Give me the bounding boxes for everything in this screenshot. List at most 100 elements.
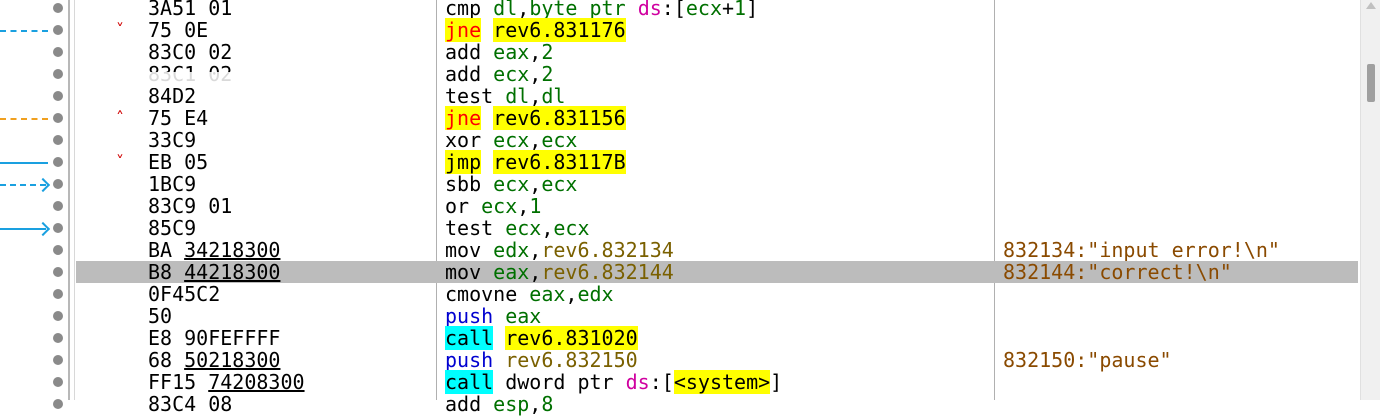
- scroll-up-icon[interactable]: [1366, 2, 1376, 9]
- operand-token: dword ptr: [505, 370, 626, 394]
- opcode-bytes: 83C9 01: [148, 194, 233, 218]
- opcode-bytes: 33C9: [148, 128, 197, 152]
- opcode-bytes: B8: [148, 260, 185, 284]
- operand-token: +: [722, 0, 735, 20]
- assembly-text: add ecx,2: [445, 63, 553, 85]
- opcode-bytes: 75 0E: [148, 18, 209, 42]
- operand-token: dl: [541, 84, 566, 108]
- instruction-bytes: 33C9: [148, 129, 196, 151]
- operand-token: rev6.831020: [505, 326, 638, 350]
- instruction-row[interactable]: BA 34218300 mov edx,rev6.832134 832134:"in…: [0, 239, 1358, 261]
- operand-token: byte ptr: [529, 0, 638, 20]
- operand-token: [481, 106, 493, 130]
- opcode-bytes: 83C0 02: [148, 40, 233, 64]
- opcode-bytes: BA: [148, 238, 185, 262]
- mnemonic: sbb: [445, 172, 482, 196]
- string-comment: 832150:"pause": [1003, 348, 1172, 372]
- assembly-text: or ecx,1: [445, 195, 541, 217]
- instruction-row[interactable]: ˅ EB 05 jmp rev6.83117B: [0, 150, 1358, 174]
- instruction-row[interactable]: 85C9 test ecx,ecx: [0, 217, 1358, 239]
- scroll-thumb[interactable]: [1367, 64, 1375, 102]
- operand-token: [481, 40, 493, 64]
- instruction-row[interactable]: E8 90FEFFFF call rev6.831020: [0, 326, 1358, 350]
- assembly-text: jne rev6.831156: [445, 106, 626, 130]
- selected-instruction-row[interactable]: B8 44218300 mov eax,rev6.832144 832144:"co…: [76, 261, 1358, 283]
- opcode-bytes: 50: [148, 304, 173, 328]
- instruction-bytes: 85C9: [148, 217, 196, 239]
- operand-token: [481, 260, 493, 284]
- operand-token: edx: [577, 282, 614, 306]
- operand-token: 2: [541, 40, 554, 64]
- operand-token: [469, 194, 481, 218]
- instruction-row[interactable]: 1BC9 sbb ecx,ecx: [0, 173, 1358, 195]
- instruction-row[interactable]: 83C4 08 add esp,8: [0, 393, 1358, 415]
- assembly-text: mov eax,rev6.832144: [445, 261, 674, 283]
- operand-token: 1: [529, 194, 542, 218]
- operand-token: esp: [493, 392, 530, 416]
- operand-bytes: 44218300: [184, 260, 281, 284]
- operand-token: ]: [746, 0, 759, 20]
- vertical-scrollbar[interactable]: [1360, 0, 1380, 400]
- instruction-row[interactable]: 68 50218300 push rev6.832150 832150:"pause…: [0, 349, 1358, 371]
- mnemonic: jne: [445, 18, 482, 42]
- operand-token: [493, 84, 505, 108]
- operand-token: [481, 62, 493, 86]
- breakpoint-dot-icon[interactable]: [53, 267, 63, 277]
- instruction-row[interactable]: 84D2 test dl,dl: [0, 85, 1358, 107]
- mnemonic: xor: [445, 128, 482, 152]
- opcode-bytes: 83C4 08: [148, 392, 233, 416]
- opcode-bytes: 0F45C2: [148, 282, 221, 306]
- instruction-row[interactable]: 83C9 01 or ecx,1: [0, 195, 1358, 217]
- operand-token: [481, 172, 493, 196]
- operand-token: dl: [505, 84, 530, 108]
- operand-token: ,: [529, 392, 542, 416]
- operand-token: [493, 216, 505, 240]
- mnemonic: test: [445, 84, 494, 108]
- opcode-bytes: 85C9: [148, 216, 197, 240]
- operand-token: ecx: [493, 172, 530, 196]
- operand-token: <system>: [673, 370, 771, 394]
- mnemonic: push: [445, 348, 494, 372]
- operand-token: 2: [541, 62, 554, 86]
- operand-token: 8: [541, 392, 554, 416]
- opcode-bytes: FF15: [148, 370, 209, 394]
- operand-token: [481, 0, 493, 20]
- operand-token: ,: [529, 40, 542, 64]
- instruction-row[interactable]: 0F45C2 cmovne eax,edx: [0, 283, 1358, 305]
- operand-bytes: 34218300: [184, 238, 281, 262]
- operand-token: rev6.832144: [541, 260, 674, 284]
- instruction-row[interactable]: ˅ 75 0E jne rev6.831176: [0, 18, 1358, 42]
- operand-token: ecx: [493, 128, 530, 152]
- instruction-row[interactable]: 33C9 xor ecx,ecx: [0, 129, 1358, 151]
- assembly-text: push eax: [445, 305, 541, 327]
- operand-token: ,: [517, 194, 530, 218]
- operand-token: 1: [734, 0, 747, 20]
- instruction-bytes: 75 E4: [148, 107, 208, 129]
- operand-token: eax: [493, 260, 530, 284]
- instruction-row[interactable]: 50 push eax: [0, 305, 1358, 327]
- operand-token: [493, 370, 505, 394]
- operand-token: ecx: [505, 216, 542, 240]
- operand-token: ecx: [481, 194, 518, 218]
- jump-up-icon: ˄: [116, 108, 124, 127]
- mnemonic: add: [445, 40, 482, 64]
- assembly-text: call dword ptr ds:[<system>]: [445, 370, 783, 394]
- instruction-row[interactable]: 83C0 02 add eax,2: [0, 41, 1358, 63]
- instruction-row[interactable]: ˄ 75 E4 jne rev6.831156: [0, 106, 1358, 130]
- instruction-row[interactable]: FF15 74208300 call dword ptr ds:[<system>…: [0, 370, 1358, 394]
- assembly-text: add eax,2: [445, 41, 553, 63]
- operand-token: ds: [625, 370, 650, 394]
- faded-overlay: [80, 72, 320, 88]
- assembly-text: cmp dl,byte ptr ds:[ecx+1]: [445, 0, 758, 19]
- string-comment: 832134:"input error!\n": [1003, 238, 1280, 262]
- mnemonic: jmp: [445, 150, 482, 174]
- operand-bytes: 74208300: [208, 370, 305, 394]
- instruction-row[interactable]: 3A51 01 cmp dl,byte ptr ds:[ecx+1]: [0, 0, 1358, 19]
- instruction-bytes: 3A51 01: [148, 0, 232, 19]
- jump-down-icon: ˅: [116, 20, 124, 39]
- operand-token: [493, 304, 505, 328]
- operand-token: ]: [770, 370, 783, 394]
- operand-token: :[: [661, 0, 686, 20]
- mnemonic: or: [445, 194, 470, 218]
- instruction-bytes: 0F45C2: [148, 283, 220, 305]
